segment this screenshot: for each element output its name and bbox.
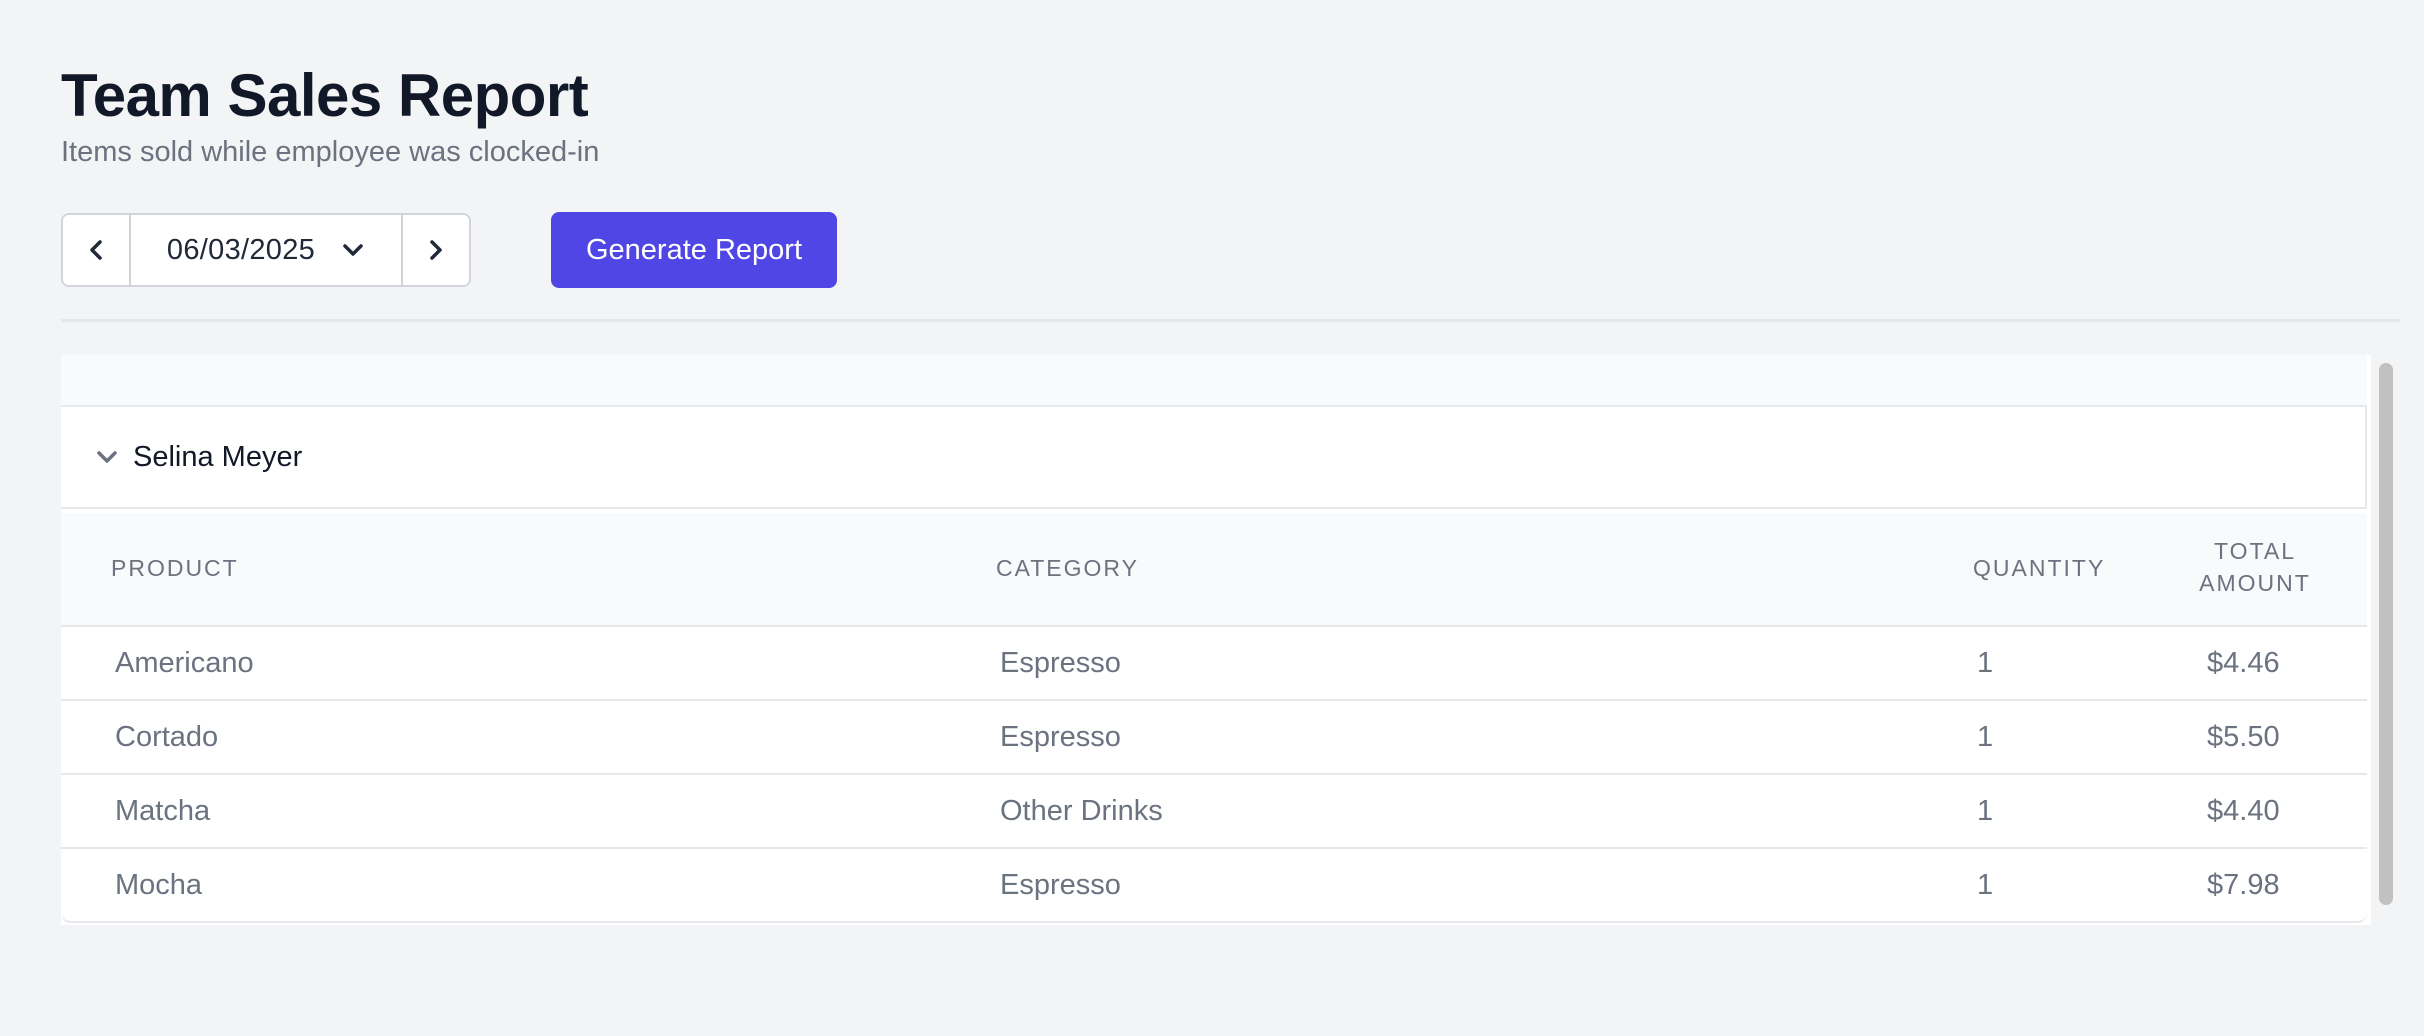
- cell-quantity: 1: [1977, 647, 1994, 679]
- table-row: Mocha Espresso 1 $7.98: [61, 849, 2367, 923]
- cell-product: Matcha: [115, 795, 211, 827]
- page-subtitle: Items sold while employee was clocked-in: [61, 136, 600, 168]
- cell-product: Mocha: [115, 869, 203, 901]
- next-date-button[interactable]: [401, 215, 469, 285]
- chevron-right-icon: [430, 240, 442, 260]
- cell-category: Other Drinks: [1000, 795, 1163, 827]
- column-header-total-amount: TOTAL AMOUNT: [2199, 535, 2311, 599]
- column-header-product: PRODUCT: [111, 555, 239, 581]
- date-picker: 06/03/2025: [61, 213, 471, 287]
- date-value: 06/03/2025: [166, 233, 316, 266]
- column-header-quantity: QUANTITY: [1973, 555, 2106, 581]
- cell-quantity: 1: [1977, 869, 1994, 901]
- employee-group-toggle[interactable]: Selina Meyer: [61, 407, 2367, 509]
- table-body: Americano Espresso 1 $4.46 Cortado Espre…: [61, 627, 2367, 923]
- table-header: PRODUCT CATEGORY QUANTITY TOTAL AMOUNT: [61, 513, 2367, 627]
- column-header-category: CATEGORY: [996, 555, 1139, 581]
- chevron-down-icon: [93, 443, 121, 471]
- generate-report-button[interactable]: Generate Report: [551, 212, 837, 288]
- page: Team Sales Report Items sold while emplo…: [61, 0, 2400, 1036]
- chevron-down-icon: [343, 244, 363, 256]
- cell-category: Espresso: [1000, 721, 1121, 753]
- page-title: Team Sales Report: [61, 62, 589, 129]
- cell-product: Americano: [115, 647, 254, 679]
- previous-date-button[interactable]: [63, 215, 131, 285]
- cell-product: Cortado: [115, 721, 219, 753]
- cell-total-amount: $4.40: [2207, 795, 2280, 827]
- chevron-left-icon: [90, 240, 102, 260]
- scrollbar-thumb[interactable]: [2379, 363, 2393, 905]
- report-controls: 06/03/2025 Generate Report: [61, 212, 837, 288]
- report-panel-header: [61, 355, 2367, 407]
- cell-quantity: 1: [1977, 721, 1994, 753]
- section-divider: [61, 319, 2400, 322]
- report-panel: Selina Meyer PRODUCT CATEGORY QUANTITY T…: [61, 355, 2400, 925]
- column-header-total-line2: AMOUNT: [2199, 570, 2311, 596]
- cell-category: Espresso: [1000, 869, 1121, 901]
- table-row: Matcha Other Drinks 1 $4.40: [61, 775, 2367, 849]
- vertical-scrollbar[interactable]: [2371, 355, 2400, 925]
- table-row: Americano Espresso 1 $4.46: [61, 627, 2367, 701]
- table-row: Cortado Espresso 1 $5.50: [61, 701, 2367, 775]
- cell-total-amount: $5.50: [2207, 721, 2280, 753]
- column-header-total-line1: TOTAL: [2214, 538, 2296, 564]
- cell-quantity: 1: [1977, 795, 1994, 827]
- cell-total-amount: $4.46: [2207, 647, 2280, 679]
- cell-category: Espresso: [1000, 647, 1121, 679]
- employee-name: Selina Meyer: [133, 440, 303, 473]
- date-select[interactable]: 06/03/2025: [131, 215, 401, 285]
- cell-total-amount: $7.98: [2207, 869, 2280, 901]
